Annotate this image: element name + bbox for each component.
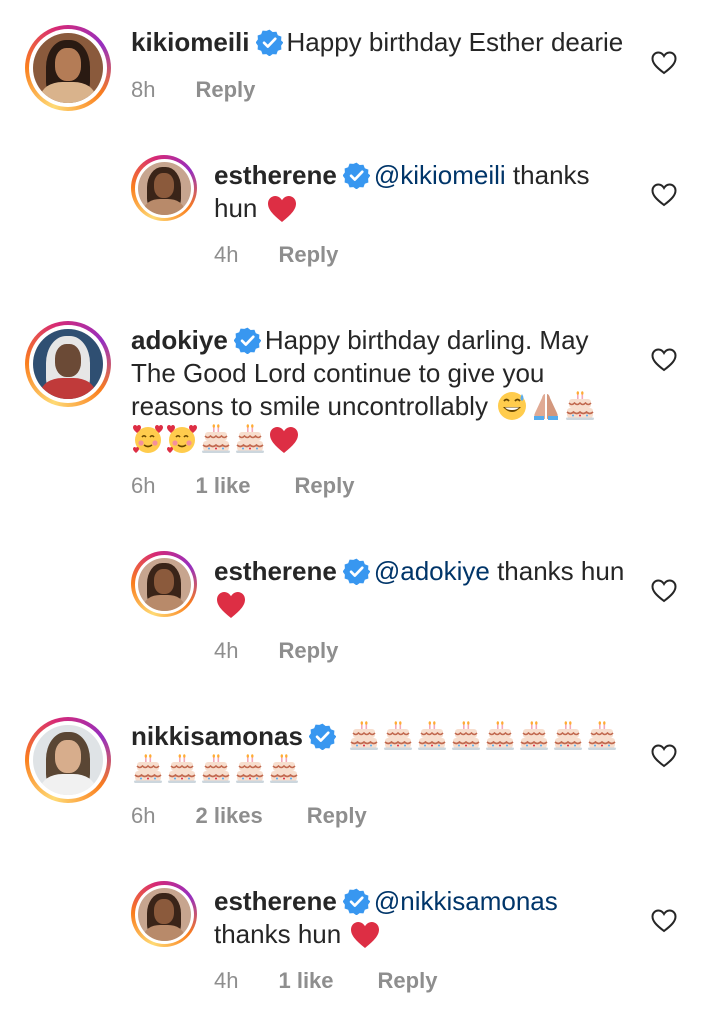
username[interactable]: estherene bbox=[214, 886, 337, 916]
comment-body: Happy birthday Esther dearie bbox=[286, 27, 624, 57]
timestamp: 4h bbox=[214, 638, 239, 663]
mention-link[interactable]: @kikiomeili bbox=[374, 160, 506, 190]
birthday-cake-emoji bbox=[451, 721, 481, 751]
likes-count[interactable]: 1 like bbox=[195, 473, 250, 498]
mention-link[interactable]: @adokiye bbox=[374, 556, 490, 586]
birthday-cake-emoji bbox=[235, 754, 265, 784]
heart-outline-icon[interactable] bbox=[651, 744, 677, 768]
verified-badge-icon bbox=[343, 558, 370, 585]
comment-text: nikkisamonas bbox=[131, 720, 641, 786]
birthday-cake-emoji bbox=[417, 721, 447, 751]
birthday-cake-emoji bbox=[519, 721, 549, 751]
heart-outline-icon[interactable] bbox=[651, 51, 677, 75]
username[interactable]: estherene bbox=[214, 556, 337, 586]
red-heart-emoji bbox=[216, 591, 246, 619]
avatar[interactable] bbox=[25, 25, 111, 111]
comment-text: estherene @nikkisamonas thanks hun bbox=[214, 885, 644, 951]
heart-outline-icon[interactable] bbox=[651, 579, 677, 603]
heart-outline-icon[interactable] bbox=[651, 348, 677, 372]
avatar[interactable] bbox=[131, 881, 197, 947]
comment-meta: 6h 1 like Reply bbox=[131, 473, 398, 499]
birthday-cake-emoji bbox=[383, 721, 413, 751]
comment-meta: 4h 1 like Reply bbox=[214, 968, 481, 994]
username[interactable]: adokiye bbox=[131, 325, 228, 355]
smiling-hearts-emoji bbox=[167, 424, 197, 454]
reply-button[interactable]: Reply bbox=[295, 473, 355, 498]
birthday-cake-emoji bbox=[553, 721, 583, 751]
comment-body-line3: reasons to smile uncontrollably bbox=[131, 391, 488, 421]
birthday-cake-emoji bbox=[201, 424, 231, 454]
reply-button[interactable]: Reply bbox=[195, 77, 255, 102]
username[interactable]: kikiomeili bbox=[131, 27, 250, 57]
verified-badge-icon bbox=[309, 723, 336, 750]
comment-text: estherene @adokiye thanks hun bbox=[214, 555, 644, 621]
verified-badge-icon bbox=[256, 29, 283, 56]
cake-emoji-row bbox=[347, 721, 619, 751]
comment-text: kikiomeili Happy birthday Esther dearie bbox=[131, 26, 641, 59]
birthday-cake-emoji bbox=[485, 721, 515, 751]
birthday-cake-emoji bbox=[269, 754, 299, 784]
comment-meta: 6h 2 likes Reply bbox=[131, 803, 411, 829]
reply-button[interactable]: Reply bbox=[278, 242, 338, 267]
comment-body: thanks hun bbox=[489, 556, 625, 586]
avatar[interactable] bbox=[25, 717, 111, 803]
verified-badge-icon bbox=[343, 888, 370, 915]
timestamp: 4h bbox=[214, 968, 239, 993]
comment-body: thanks bbox=[505, 160, 590, 190]
heart-outline-icon[interactable] bbox=[651, 183, 677, 207]
smiling-hearts-emoji bbox=[133, 424, 163, 454]
comment-body-line2: hun bbox=[214, 193, 258, 223]
birthday-cake-emoji bbox=[201, 754, 231, 784]
red-heart-emoji bbox=[267, 195, 297, 223]
red-heart-emoji bbox=[269, 426, 299, 454]
verified-badge-icon bbox=[234, 327, 261, 354]
comment-meta: 4h Reply bbox=[214, 638, 382, 664]
birthday-cake-emoji bbox=[565, 391, 595, 421]
comment-meta: 8h Reply bbox=[131, 77, 299, 103]
birthday-cake-emoji bbox=[587, 721, 617, 751]
username[interactable]: estherene bbox=[214, 160, 337, 190]
comment-meta: 4h Reply bbox=[214, 242, 382, 268]
heart-outline-icon[interactable] bbox=[651, 909, 677, 933]
birthday-cake-emoji bbox=[349, 721, 379, 751]
username[interactable]: nikkisamonas bbox=[131, 721, 303, 751]
comment-body-line1: Happy birthday darling. May bbox=[264, 325, 589, 355]
comment-text: adokiye Happy birthday darling. May The G… bbox=[131, 324, 641, 456]
birthday-cake-emoji bbox=[235, 424, 265, 454]
timestamp: 8h bbox=[131, 77, 156, 102]
grinning-sweat-emoji bbox=[497, 391, 527, 421]
comment-text: estherene @kikiomeili thanks hun bbox=[214, 159, 644, 225]
timestamp: 6h bbox=[131, 473, 156, 498]
folded-hands-emoji bbox=[531, 391, 561, 421]
likes-count[interactable]: 2 likes bbox=[195, 803, 262, 828]
avatar[interactable] bbox=[131, 551, 197, 617]
red-heart-emoji bbox=[350, 921, 380, 949]
timestamp: 4h bbox=[214, 242, 239, 267]
reply-button[interactable]: Reply bbox=[278, 638, 338, 663]
reply-button[interactable]: Reply bbox=[378, 968, 438, 993]
avatar[interactable] bbox=[25, 321, 111, 407]
birthday-cake-emoji bbox=[167, 754, 197, 784]
timestamp: 6h bbox=[131, 803, 156, 828]
avatar[interactable] bbox=[131, 155, 197, 221]
mention-link[interactable]: @nikkisamonas bbox=[374, 886, 558, 916]
likes-count[interactable]: 1 like bbox=[278, 968, 333, 993]
cake-emoji-row bbox=[131, 754, 301, 784]
verified-badge-icon bbox=[343, 162, 370, 189]
birthday-cake-emoji bbox=[133, 754, 163, 784]
comment-body: thanks hun bbox=[214, 919, 342, 949]
comment-body-line2: The Good Lord continue to give you bbox=[131, 358, 545, 388]
reply-button[interactable]: Reply bbox=[307, 803, 367, 828]
